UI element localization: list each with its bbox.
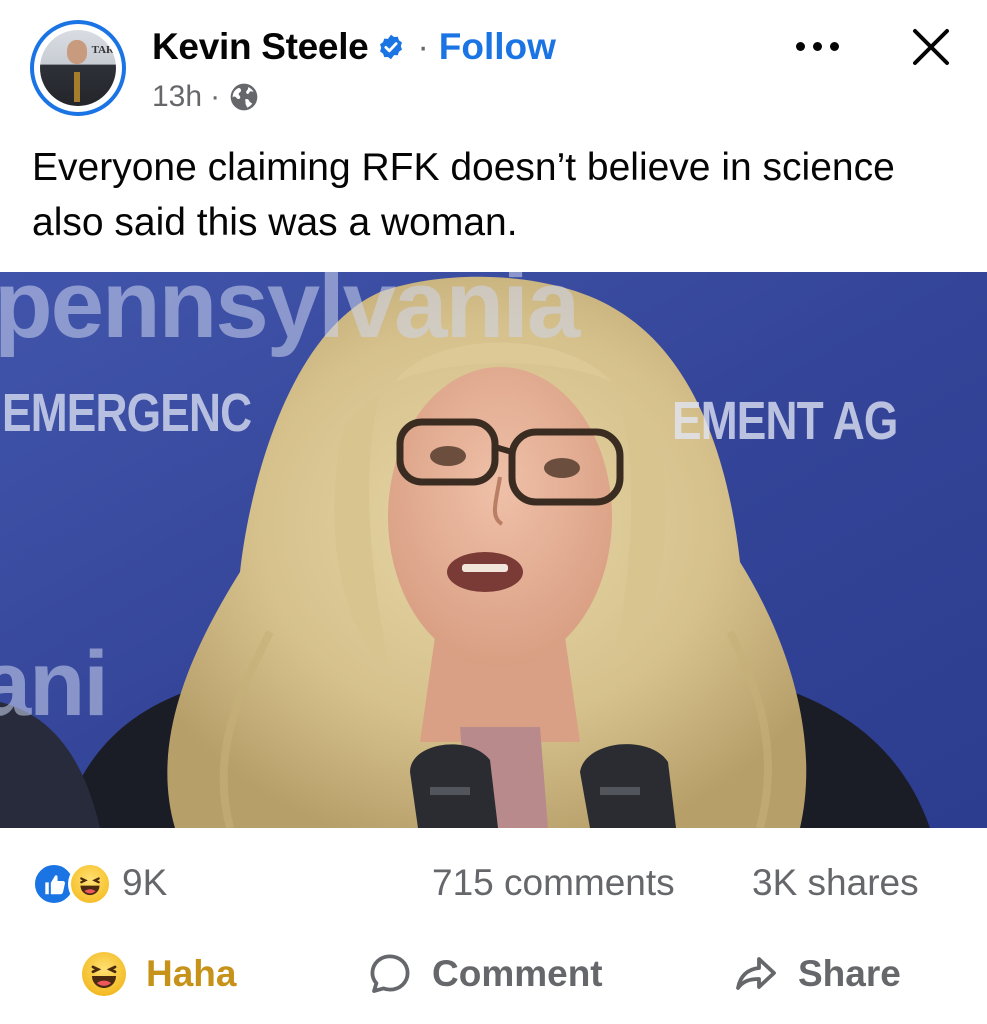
- author-avatar[interactable]: TAR: [30, 20, 126, 116]
- haha-icon: [82, 952, 126, 996]
- meta-separator: ·: [210, 80, 221, 113]
- comment-count[interactable]: 715 comments: [432, 862, 675, 904]
- globe-icon[interactable]: [228, 81, 260, 113]
- separator-dot: ·: [417, 27, 429, 66]
- share-label: Share: [798, 953, 901, 994]
- share-count[interactable]: 3K shares: [752, 862, 919, 904]
- reaction-icons[interactable]: [32, 860, 116, 906]
- verified-badge-icon: [380, 34, 403, 60]
- reaction-count[interactable]: 9K: [122, 862, 167, 904]
- follow-button[interactable]: Follow: [439, 26, 556, 68]
- author-line: Kevin Steele · Follow: [152, 24, 556, 70]
- banner-text-pennsylvania: pennsylvania: [0, 272, 580, 358]
- timestamp[interactable]: 13h: [152, 80, 202, 114]
- post-meta: 13h ·: [152, 80, 260, 114]
- haha-button[interactable]: Haha: [80, 944, 236, 1004]
- post-header: TAR Kevin Steele · Follow 13h ·: [0, 0, 987, 130]
- more-options-icon[interactable]: [796, 38, 842, 54]
- avatar-photo: TAR: [40, 30, 116, 106]
- action-bar: Haha Comment Share: [0, 928, 987, 1024]
- close-icon[interactable]: [906, 22, 956, 72]
- banner-text-management: EMENT AG: [672, 391, 898, 451]
- comment-button[interactable]: Comment: [366, 944, 603, 1004]
- share-icon: [736, 957, 776, 990]
- author-name[interactable]: Kevin Steele: [152, 26, 369, 68]
- avatar-sign-text: TAR: [91, 44, 114, 56]
- engagement-stats: 9K 715 comments 3K shares: [0, 848, 987, 918]
- post-text: Everyone claiming RFK doesn’t believe in…: [32, 146, 895, 244]
- comment-icon: [370, 954, 410, 993]
- post-photo[interactable]: pennsylvania EMERGENC EMENT AG ani: [0, 272, 987, 828]
- share-button[interactable]: Share: [732, 944, 901, 1004]
- haha-reaction-icon: [68, 862, 112, 906]
- banner-text-emergency: EMERGENC: [2, 383, 252, 443]
- haha-label: Haha: [146, 953, 237, 994]
- banner-text-bottom: ani: [0, 633, 109, 735]
- comment-label: Comment: [432, 953, 603, 994]
